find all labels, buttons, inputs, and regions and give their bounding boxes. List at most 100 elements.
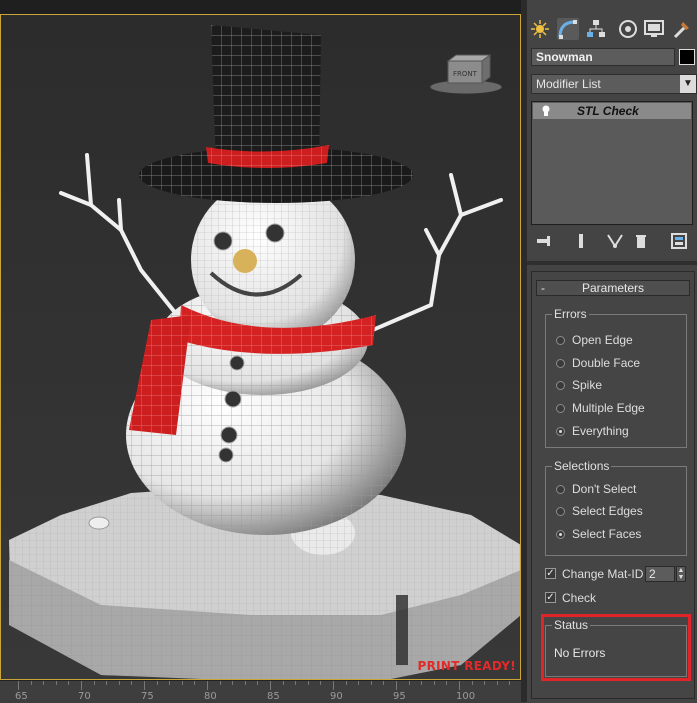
ruler-minor-tick	[68, 681, 70, 685]
ruler-minor-tick	[30, 681, 32, 685]
make-unique-icon[interactable]	[605, 232, 625, 250]
ruler-minor-tick	[232, 681, 234, 685]
parameters-rollout: - Parameters Errors Open Edge Double Fac…	[531, 271, 695, 699]
ruler-minor-tick	[169, 681, 171, 685]
ruler-minor-tick	[282, 681, 284, 685]
create-tab-icon[interactable]	[529, 18, 551, 40]
remove-modifier-icon[interactable]	[631, 232, 651, 250]
object-color-swatch[interactable]	[679, 49, 695, 65]
show-end-result-icon[interactable]	[571, 232, 591, 250]
time-ruler[interactable]: 65 70 75 80 85 90 95 100	[0, 680, 525, 703]
perspective-viewport[interactable]: FRONT PRINT READY!	[0, 14, 521, 680]
ruler-minor-tick	[194, 681, 196, 685]
viewcube[interactable]: FRONT	[429, 54, 503, 95]
mat-id-spinner-field[interactable]: 2	[645, 566, 675, 582]
ruler-minor-tick	[307, 681, 309, 685]
ruler-tick-label: 100	[456, 691, 476, 702]
hierarchy-tab-icon[interactable]	[585, 18, 607, 40]
ruler-minor-tick	[156, 681, 158, 685]
ruler-tick-label: 85	[267, 691, 280, 702]
radio-indicator[interactable]	[556, 530, 565, 539]
motion-tab-icon[interactable]	[617, 18, 639, 40]
ruler-minor-tick	[471, 681, 473, 685]
ruler-minor-tick	[93, 681, 95, 685]
ruler-tick-label: 95	[393, 691, 406, 702]
pin-stack-icon[interactable]	[535, 232, 555, 250]
radio-label: Double Face	[572, 356, 641, 370]
parameters-title: Parameters	[581, 281, 645, 295]
radio-label: Open Edge	[572, 333, 633, 347]
ruler-minor-tick	[244, 681, 246, 685]
radio-indicator[interactable]	[556, 507, 565, 516]
radio-indicator[interactable]	[556, 404, 565, 413]
ruler-minor-tick	[181, 681, 183, 685]
mat-id-spinner-arrows-icon[interactable]: ▲ ▼	[676, 566, 686, 582]
radio-indicator[interactable]	[556, 359, 565, 368]
ruler-tick-label: 65	[15, 691, 28, 702]
radio-label: Everything	[572, 424, 629, 438]
ruler-major-tick	[18, 681, 19, 690]
modifier-list-dropdown[interactable]: Modifier List ▼	[531, 74, 697, 94]
ruler-minor-tick	[118, 681, 120, 685]
errors-group: Errors Open Edge Double Face Spike Multi…	[545, 307, 687, 448]
ruler-tick-label: 75	[141, 691, 154, 702]
ruler-major-tick	[144, 681, 145, 690]
ruler-minor-tick	[446, 681, 448, 685]
radio-indicator[interactable]	[556, 485, 565, 494]
viewport-top-strip	[0, 0, 525, 14]
parameters-rollout-header[interactable]: - Parameters	[536, 280, 690, 296]
ruler-minor-tick	[496, 681, 498, 685]
radio-indicator[interactable]	[556, 427, 565, 436]
svg-text:FRONT: FRONT	[453, 70, 478, 78]
ruler-minor-tick	[131, 681, 133, 685]
stack-item-stl-check[interactable]: STL Check	[533, 103, 691, 119]
ruler-major-tick	[333, 681, 334, 690]
ruler-minor-tick	[408, 681, 410, 685]
check-label: Check	[562, 591, 597, 605]
ruler-major-tick	[396, 681, 397, 690]
stack-toolbar	[535, 232, 693, 250]
utilities-tab-icon[interactable]	[671, 18, 693, 40]
ruler-tick-label: 70	[78, 691, 91, 702]
display-tab-icon[interactable]	[643, 18, 665, 40]
ruler-minor-tick	[484, 681, 486, 685]
ruler-minor-tick	[320, 681, 322, 685]
radio-label: Select Edges	[572, 504, 643, 518]
command-panel: Snowman Modifier List ▼ STL Check - Para…	[527, 0, 697, 702]
command-panel-tabs	[527, 16, 697, 44]
ruler-minor-tick	[358, 681, 360, 685]
ruler-minor-tick	[370, 681, 372, 685]
modifier-list-label: Modifier List	[536, 77, 601, 91]
chevron-down-icon[interactable]: ▼	[680, 75, 696, 93]
checkmark-icon[interactable]: ✓	[545, 568, 556, 579]
object-name-field[interactable]: Snowman	[531, 48, 675, 66]
radio-label: Don't Select	[572, 482, 637, 496]
collapse-icon[interactable]: -	[541, 281, 545, 295]
configure-modifier-sets-icon[interactable]	[669, 232, 689, 250]
errors-group-title: Errors	[552, 307, 589, 321]
ruler-minor-tick	[421, 681, 423, 685]
ruler-tick-label: 90	[330, 691, 343, 702]
ruler-minor-tick	[383, 681, 385, 685]
ruler-minor-tick	[55, 681, 57, 685]
radio-indicator[interactable]	[556, 381, 565, 390]
ruler-major-tick	[81, 681, 82, 690]
ruler-minor-tick	[345, 681, 347, 685]
radio-label: Multiple Edge	[572, 401, 645, 415]
ruler-major-tick	[207, 681, 208, 690]
modify-tab-icon[interactable]	[557, 18, 579, 40]
ruler-tick-label: 80	[204, 691, 217, 702]
lightbulb-icon[interactable]	[541, 105, 551, 117]
radio-label: Select Faces	[572, 527, 642, 541]
ruler-minor-tick	[43, 681, 45, 685]
selections-group-title: Selections	[552, 459, 612, 473]
print-ready-badge: PRINT READY!	[417, 659, 516, 673]
ruler-minor-tick	[106, 681, 108, 685]
radio-indicator[interactable]	[556, 336, 565, 345]
checkmark-icon[interactable]: ✓	[545, 592, 556, 603]
selections-group: Selections Don't Select Select Edges Sel…	[545, 459, 687, 556]
radio-label: Spike	[572, 378, 603, 392]
ruler-minor-tick	[295, 681, 297, 685]
modifier-stack[interactable]: STL Check	[531, 101, 693, 225]
ruler-major-tick	[459, 681, 460, 690]
